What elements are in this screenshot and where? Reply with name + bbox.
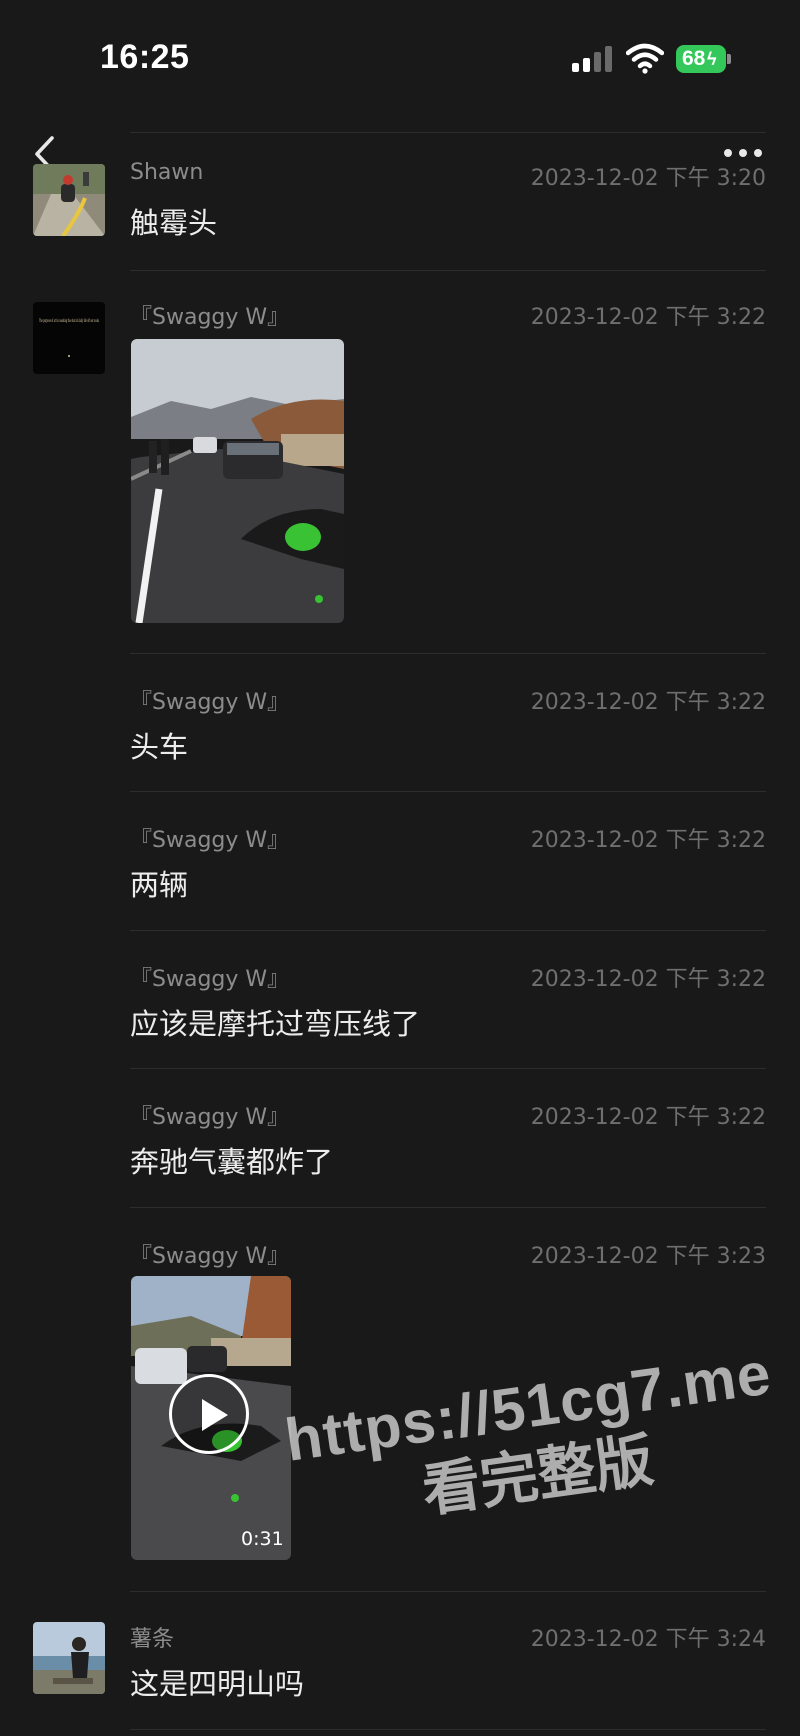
sender-name: 『Swaggy W』 bbox=[130, 967, 290, 992]
sender-name: 『Swaggy W』 bbox=[130, 1244, 290, 1269]
divider bbox=[130, 653, 766, 654]
message-timestamp: 2023-12-02 下午 3:23 bbox=[530, 1244, 766, 1269]
message-timestamp: 2023-12-02 下午 3:22 bbox=[530, 305, 766, 330]
watermark: https://51cg7.me 看完整版 bbox=[256, 1335, 800, 1608]
divider bbox=[130, 1729, 766, 1730]
message-text: 奔驰气囊都炸了 bbox=[130, 1145, 334, 1179]
battery-cap bbox=[727, 54, 731, 64]
message-timestamp: 2023-12-02 下午 3:22 bbox=[530, 690, 766, 715]
sender-name: 薯条 bbox=[130, 1627, 175, 1652]
cellular-signal-icon bbox=[572, 46, 614, 72]
battery-icon: 68 ϟ bbox=[676, 45, 726, 73]
message-text: 两辆 bbox=[130, 868, 189, 902]
more-options-button[interactable] bbox=[722, 146, 764, 160]
sender-name: 『Swaggy W』 bbox=[130, 1105, 290, 1130]
divider bbox=[130, 132, 766, 133]
message-timestamp: 2023-12-02 下午 3:22 bbox=[530, 1105, 766, 1130]
accident-bike-mark bbox=[285, 523, 321, 551]
avatar-shutiao[interactable] bbox=[33, 1622, 105, 1694]
sender-name: 『Swaggy W』 bbox=[130, 828, 290, 853]
message-timestamp: 2023-12-02 下午 3:22 bbox=[530, 828, 766, 853]
message-text: 头车 bbox=[130, 730, 189, 764]
message-timestamp: 2023-12-02 下午 3:24 bbox=[530, 1627, 766, 1652]
message-text: 这是四明山吗 bbox=[130, 1667, 305, 1701]
divider bbox=[130, 1068, 766, 1069]
sender-name: Shawn bbox=[130, 160, 204, 185]
status-bar: 16:25 68 ϟ bbox=[0, 0, 800, 118]
sender-name: 『Swaggy W』 bbox=[130, 690, 290, 715]
message-text: 应该是摩托过弯压线了 bbox=[130, 1007, 421, 1041]
photo-message[interactable] bbox=[131, 339, 344, 623]
status-time: 16:25 bbox=[100, 38, 190, 76]
message-timestamp: 2023-12-02 下午 3:20 bbox=[530, 166, 766, 191]
avatar-quote-text: The purpose of art is washing the dust o… bbox=[39, 318, 99, 324]
avatar-swaggy-w[interactable]: The purpose of art is washing the dust o… bbox=[33, 302, 105, 374]
divider bbox=[130, 1591, 766, 1592]
message-text: 触霉头 bbox=[130, 206, 218, 240]
play-icon[interactable] bbox=[169, 1374, 249, 1454]
more-dots-icon bbox=[724, 149, 732, 157]
sender-name: 『Swaggy W』 bbox=[130, 305, 290, 330]
divider bbox=[130, 1207, 766, 1208]
divider bbox=[130, 791, 766, 792]
battery-level: 68 bbox=[682, 47, 706, 70]
charging-bolt-icon: ϟ bbox=[707, 49, 717, 69]
avatar-shawn[interactable] bbox=[33, 164, 105, 236]
wifi-icon bbox=[626, 43, 664, 74]
divider bbox=[130, 930, 766, 931]
message-timestamp: 2023-12-02 下午 3:22 bbox=[530, 967, 766, 992]
divider bbox=[130, 270, 766, 271]
